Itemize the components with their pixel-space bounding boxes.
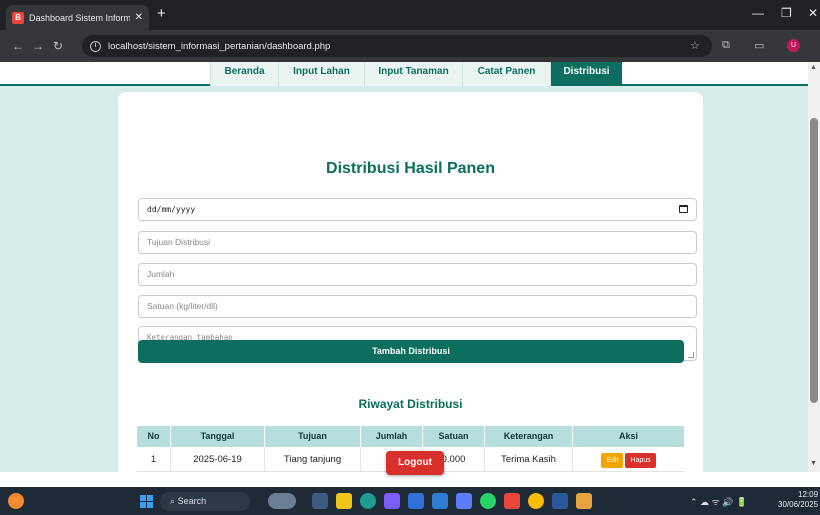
file-explorer-icon[interactable]: [336, 493, 352, 509]
clock-time: 12:09: [798, 490, 819, 499]
widgets-icon[interactable]: [268, 493, 296, 509]
os-taskbar: ⌕ Search ⌃ ☁ ᯤ 🔊 🔋 12:09 30/06/2025: [0, 487, 820, 515]
hapus-button[interactable]: Hapus: [625, 453, 656, 468]
col-tujuan: Tujuan: [265, 426, 361, 447]
address-bar[interactable]: i localhost/sistem_informasi_pertanian/d…: [82, 35, 712, 57]
cell-keterangan: Terima Kasih: [485, 447, 573, 471]
restore-icon[interactable]: ❐: [781, 6, 792, 20]
extensions-icon[interactable]: ⧉: [722, 39, 730, 52]
jumlah-input[interactable]: Jumlah: [138, 263, 697, 286]
tab-title: Dashboard Sistem Informasi: [29, 12, 130, 23]
edge-icon[interactable]: [360, 493, 376, 509]
page-title: Distribusi Hasil Panen: [326, 160, 495, 177]
app2-icon[interactable]: [456, 493, 472, 509]
col-no: No: [137, 426, 171, 447]
reload-icon[interactable]: ↻: [48, 39, 68, 53]
app-icon[interactable]: [384, 493, 400, 509]
cell-tujuan: Tiang tanjung: [265, 447, 361, 471]
distribution-card: Distribusi Hasil Panen dd/mm/yyyy Tujuan…: [118, 92, 703, 472]
close-window-icon[interactable]: ✕: [808, 6, 818, 20]
scroll-thumb[interactable]: [810, 118, 818, 403]
col-keterangan: Keterangan: [485, 426, 573, 447]
nav-catat-panen[interactable]: Catat Panen: [462, 62, 550, 86]
app3-icon[interactable]: [576, 493, 592, 509]
edit-button[interactable]: Edit: [601, 453, 624, 468]
clock-date: 30/06/2025: [778, 500, 819, 509]
url-text: localhost/sistem_informasi_pertanian/das…: [108, 40, 331, 52]
cell-tanggal: 2025-06-19: [171, 447, 265, 471]
cell-no: 1: [137, 447, 171, 471]
history-table-header: No Tanggal Tujuan Jumlah Satuan Keterang…: [137, 426, 684, 447]
task-view-icon[interactable]: [312, 493, 328, 509]
new-tab-icon[interactable]: +: [157, 6, 166, 22]
page-viewport: Beranda Input Lahan Input Tanaman Catat …: [0, 62, 808, 472]
satuan-input[interactable]: Satuan (kg/liter/dll): [138, 295, 697, 318]
back-icon[interactable]: ←: [8, 39, 28, 53]
profile-avatar[interactable]: U: [787, 39, 800, 52]
search-icon: ⌕: [170, 496, 176, 506]
favicon-icon: B: [12, 11, 24, 24]
weather-widget-icon[interactable]: [8, 493, 24, 509]
col-aksi: Aksi: [618, 431, 638, 441]
calendar-icon[interactable]: [679, 205, 688, 213]
minimize-icon[interactable]: —: [752, 6, 764, 20]
tujuan-input[interactable]: Tujuan Distribusi: [138, 231, 697, 254]
date-input[interactable]: dd/mm/yyyy: [138, 198, 697, 221]
history-title: Riwayat Distribusi: [358, 397, 463, 411]
close-tab-icon[interactable]: ✕: [135, 12, 143, 23]
taskbar-search[interactable]: ⌕ Search: [160, 492, 250, 511]
cell-aksi: Edit Hapus: [573, 447, 684, 471]
col-satuan: Satuan: [423, 426, 485, 447]
whatsapp-icon[interactable]: [480, 493, 496, 509]
word-icon[interactable]: [552, 493, 568, 509]
col-jumlah: Jumlah: [361, 426, 423, 447]
browser-tab[interactable]: B Dashboard Sistem Informasi ✕: [6, 5, 149, 30]
resize-handle-icon[interactable]: [688, 352, 694, 358]
start-icon[interactable]: [140, 495, 153, 508]
top-navbar: Beranda Input Lahan Input Tanaman Catat …: [0, 62, 808, 86]
chrome-icon[interactable]: [528, 493, 544, 509]
vscode-icon[interactable]: [432, 493, 448, 509]
store-icon[interactable]: [408, 493, 424, 509]
nav-input-tanaman[interactable]: Input Tanaman: [364, 62, 462, 86]
system-tray-icons[interactable]: ⌃ ☁ ᯤ 🔊 🔋: [690, 495, 747, 508]
clock[interactable]: 12:09 30/06/2025: [778, 490, 818, 510]
logout-button[interactable]: Logout: [386, 451, 444, 475]
page-scrollbar[interactable]: ▲ ▼: [808, 62, 820, 472]
search-label: Search: [177, 496, 207, 506]
bookmark-star-icon[interactable]: ☆: [690, 39, 700, 52]
scroll-down-icon[interactable]: ▼: [810, 460, 817, 467]
browser-tabbar: B Dashboard Sistem Informasi ✕ + — ❐ ✕: [0, 0, 820, 30]
scroll-up-icon[interactable]: ▲: [810, 64, 817, 71]
tab-search-icon[interactable]: ▭: [754, 39, 764, 52]
xampp-icon[interactable]: [504, 493, 520, 509]
tambah-distribusi-button[interactable]: Tambah Distribusi: [138, 340, 684, 363]
site-info-icon[interactable]: i: [90, 40, 101, 52]
nav-distribusi[interactable]: Distribusi: [550, 62, 622, 86]
nav-beranda[interactable]: Beranda: [210, 62, 278, 86]
col-tanggal: Tanggal: [171, 426, 265, 447]
date-placeholder: dd/mm/yyyy: [147, 205, 196, 214]
forward-icon[interactable]: →: [28, 39, 48, 53]
nav-input-lahan[interactable]: Input Lahan: [278, 62, 364, 86]
